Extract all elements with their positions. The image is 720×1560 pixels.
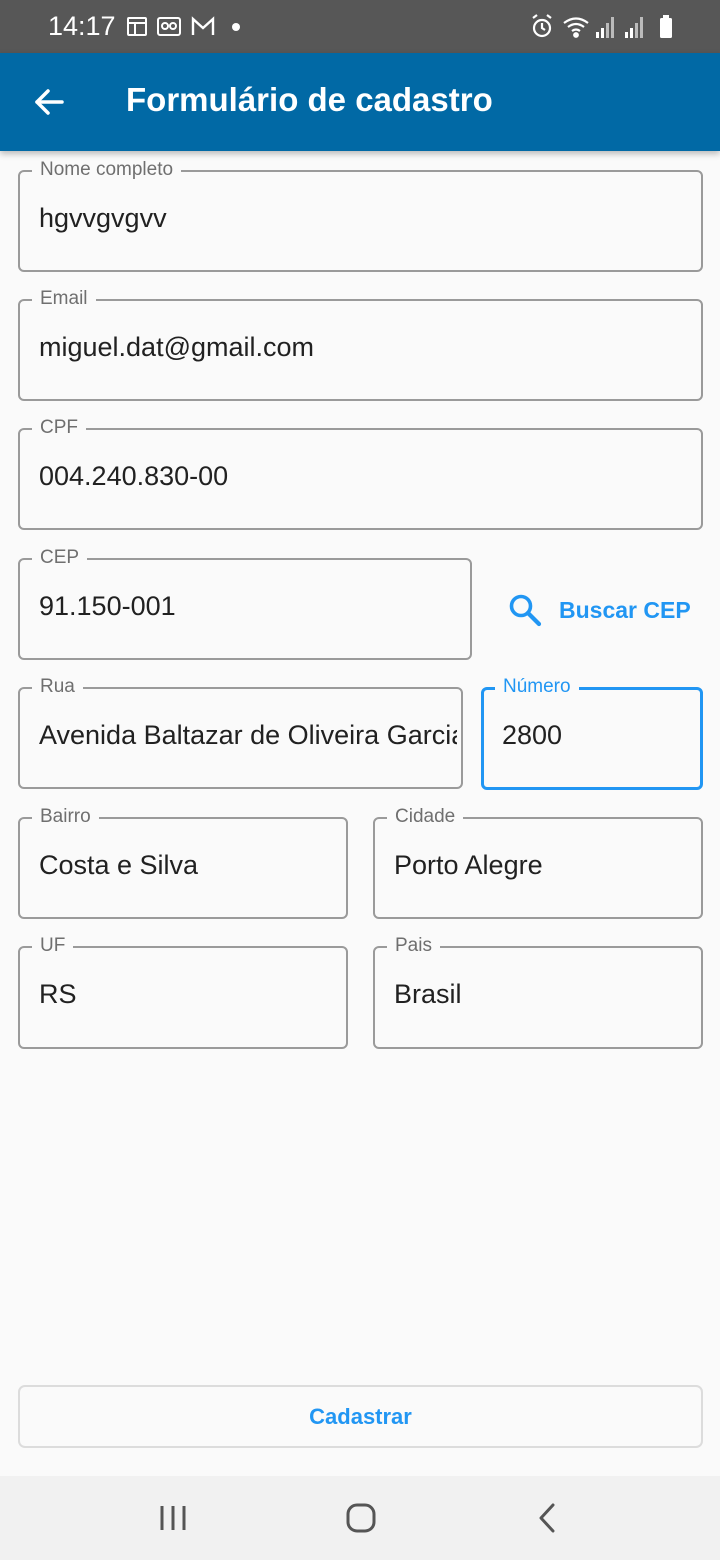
dot-icon: [232, 23, 240, 31]
status-left-icons: [127, 16, 240, 36]
pais-label: Pais: [387, 935, 440, 957]
status-right-icons: [532, 14, 672, 38]
page-title: Formulário de cadastro: [126, 81, 493, 118]
cidade-field[interactable]: Cidade Porto Alegre: [373, 806, 703, 919]
rua-input[interactable]: Avenida Baltazar de Oliveira Garcia: [39, 717, 457, 753]
voicemail-icon: [157, 17, 181, 36]
cep-input[interactable]: 91.150-001: [39, 588, 464, 624]
nome-field[interactable]: Nome completo hgvvgvgvv: [18, 159, 703, 272]
status-time: 14:17: [48, 11, 116, 41]
battery-icon: [660, 15, 672, 38]
back-button[interactable]: [22, 75, 76, 129]
status-bar: 14:17: [0, 0, 720, 53]
pais-field[interactable]: Pais Brasil: [373, 935, 703, 1049]
app-bar: Formulário de cadastro: [0, 53, 720, 151]
rua-field[interactable]: Rua Avenida Baltazar de Oliveira Garcia: [18, 676, 463, 789]
email-field[interactable]: Email miguel.dat@gmail.com: [18, 288, 703, 401]
cep-field[interactable]: CEP 91.150-001: [18, 547, 472, 660]
cpf-field[interactable]: CPF 004.240.830-00: [18, 417, 703, 530]
cadastrar-button[interactable]: Cadastrar: [18, 1385, 703, 1448]
nome-label: Nome completo: [32, 159, 182, 181]
cpf-input[interactable]: 004.240.830-00: [39, 458, 695, 494]
bairro-label: Bairro: [32, 806, 99, 828]
search-icon: [509, 594, 542, 627]
buscar-cep-button[interactable]: Buscar CEP: [500, 582, 698, 638]
uf-input[interactable]: RS: [39, 976, 340, 1012]
cpf-label: CPF: [32, 417, 86, 439]
signal-icon: [625, 17, 643, 38]
numero-input[interactable]: 2800: [502, 717, 694, 753]
email-input[interactable]: miguel.dat@gmail.com: [39, 329, 695, 365]
rua-label: Rua: [32, 676, 83, 698]
gmail-icon: [191, 16, 215, 35]
home-icon[interactable]: [339, 1496, 383, 1540]
uf-field[interactable]: UF RS: [18, 935, 348, 1049]
nome-input[interactable]: hgvvgvgvv: [39, 200, 695, 236]
recents-icon[interactable]: [152, 1496, 196, 1540]
back-icon[interactable]: [526, 1496, 570, 1540]
bairro-field[interactable]: Bairro Costa e Silva: [18, 806, 348, 919]
alarm-icon: [532, 14, 552, 38]
numero-field[interactable]: Número 2800: [481, 676, 703, 790]
email-label: Email: [32, 288, 96, 310]
bairro-input[interactable]: Costa e Silva: [39, 847, 340, 883]
numero-label: Número: [495, 676, 579, 698]
uf-label: UF: [32, 935, 74, 957]
cidade-input[interactable]: Porto Alegre: [394, 847, 695, 883]
pais-input[interactable]: Brasil: [394, 976, 695, 1012]
signal-icon: [596, 17, 614, 38]
buscar-cep-label: Buscar CEP: [559, 596, 691, 623]
arrow-back-icon: [35, 89, 64, 115]
cidade-label: Cidade: [387, 806, 464, 828]
cep-label: CEP: [32, 547, 88, 569]
system-nav-bar: [0, 1476, 720, 1560]
wifi-icon: [563, 17, 589, 38]
calendar-icon: [127, 17, 147, 36]
